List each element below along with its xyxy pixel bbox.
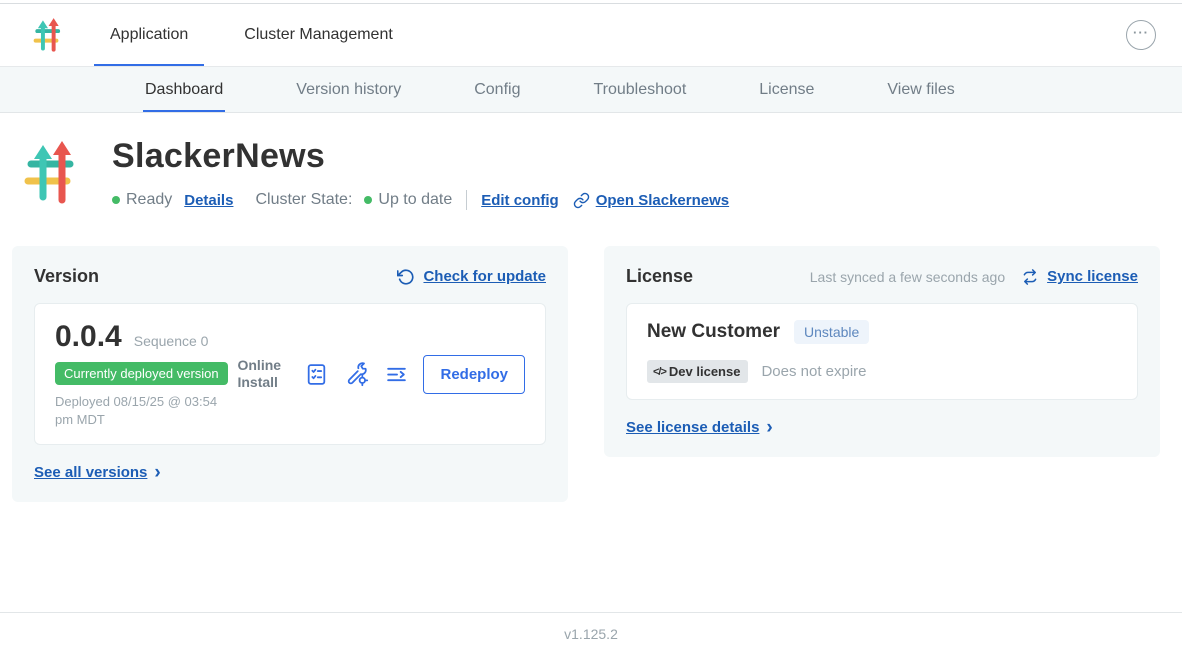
slackernews-app-icon [20,135,84,209]
cluster-state-value: Up to date [378,191,452,209]
check-update-group: Check for update [397,268,546,286]
tab-license[interactable]: License [759,67,814,112]
see-license-details-link[interactable]: See license details › [626,418,773,437]
dashboard-cards: Version Check for update 0.0.4 Sequence [12,246,1168,502]
app-title: SlackerNews [112,137,729,176]
chevron-right-icon: › [154,463,160,482]
dashboard-content: SlackerNews Ready Details Cluster State:… [0,113,1182,612]
tab-view-files[interactable]: View files [887,67,954,112]
tab-dashboard[interactable]: Dashboard [145,67,223,112]
current-version-panel: 0.0.4 Sequence 0 Currently deployed vers… [34,303,546,445]
main-tabs: Application Cluster Management [108,4,395,66]
deploy-logs-icon [384,362,409,387]
app-header-text: SlackerNews Ready Details Cluster State:… [112,135,729,210]
license-card-header: License Last synced a few seconds ago Sy… [626,266,1138,287]
version-info: 0.0.4 Sequence 0 Currently deployed vers… [55,320,237,428]
redeploy-button[interactable]: Redeploy [423,355,525,394]
app-status-text: Ready [126,191,172,209]
see-license-details-label: See license details [626,419,759,436]
console-footer: v1.125.2 [0,612,1182,655]
external-link-icon [573,192,590,209]
license-type-label: Dev license [669,364,741,379]
tab-version-history[interactable]: Version history [296,67,401,112]
ellipsis-icon: ··· [1133,26,1149,39]
edit-config-link[interactable]: Edit config [481,192,559,209]
status-details-link[interactable]: Details [184,192,233,209]
license-details-panel: New Customer Unstable </> Dev license Do… [626,303,1138,400]
view-deploy-logs-button[interactable] [383,361,409,387]
check-for-update-link[interactable]: Check for update [423,268,546,285]
see-all-versions-label: See all versions [34,464,147,481]
sync-license-group: Last synced a few seconds ago Sync licen… [810,268,1138,286]
see-all-versions-link[interactable]: See all versions › [34,463,161,482]
deployed-timestamp: Deployed 08/15/25 @ 03:54 pm MDT [55,393,237,428]
top-nav-bar: Application Cluster Management ··· [0,4,1182,67]
app-logo [30,4,66,66]
license-card: License Last synced a few seconds ago Sy… [604,246,1160,457]
deployed-version-badge: Currently deployed version [55,362,228,385]
version-card: Version Check for update 0.0.4 Sequence [12,246,568,502]
sync-license-link[interactable]: Sync license [1047,268,1138,285]
config-wrench-gear-icon [344,362,369,387]
last-synced-text: Last synced a few seconds ago [810,269,1005,285]
version-actions: Online Install [237,355,525,394]
sync-arrows-icon [1021,268,1039,286]
tab-troubleshoot[interactable]: Troubleshoot [593,67,686,112]
preflight-checks-button[interactable] [303,361,329,387]
license-type-row: </> Dev license Does not expire [647,360,1117,383]
tab-application[interactable]: Application [108,4,190,66]
code-icon: </> [653,366,666,378]
version-card-title: Version [34,266,99,287]
license-expiration: Does not expire [761,363,866,380]
version-number-row: 0.0.4 Sequence 0 [55,320,237,354]
install-type-label: Online Install [237,357,289,392]
top-bar-actions: ··· [1126,4,1156,66]
app-status-row: Ready Details Cluster State: Up to date … [112,190,729,210]
channel-badge: Unstable [794,320,869,344]
overflow-menu-button[interactable]: ··· [1126,20,1156,50]
chevron-right-icon: › [766,418,772,437]
cluster-state-dot [364,196,372,204]
version-sequence: Sequence 0 [134,333,209,349]
cluster-state-label: Cluster State: [255,191,352,209]
status-divider [466,190,467,210]
edit-config-button[interactable] [343,361,369,387]
slackernews-logo-icon [30,15,66,55]
admin-console-page: Application Cluster Management ··· Dashb… [0,0,1182,655]
license-type-badge: </> Dev license [647,360,748,383]
customer-row: New Customer Unstable [647,320,1117,344]
version-number: 0.0.4 [55,320,122,354]
refresh-icon [397,268,415,286]
version-card-header: Version Check for update [34,266,546,287]
app-header: SlackerNews Ready Details Cluster State:… [20,135,1168,210]
customer-name: New Customer [647,321,780,343]
preflight-checklist-icon [304,362,329,387]
console-version: v1.125.2 [564,626,618,642]
license-card-title: License [626,266,693,287]
app-subnav: Dashboard Version history Config Trouble… [0,67,1182,113]
tab-cluster-management[interactable]: Cluster Management [242,4,395,66]
app-status-dot [112,196,120,204]
tab-config[interactable]: Config [474,67,520,112]
open-app-link[interactable]: Open Slackernews [596,192,729,209]
